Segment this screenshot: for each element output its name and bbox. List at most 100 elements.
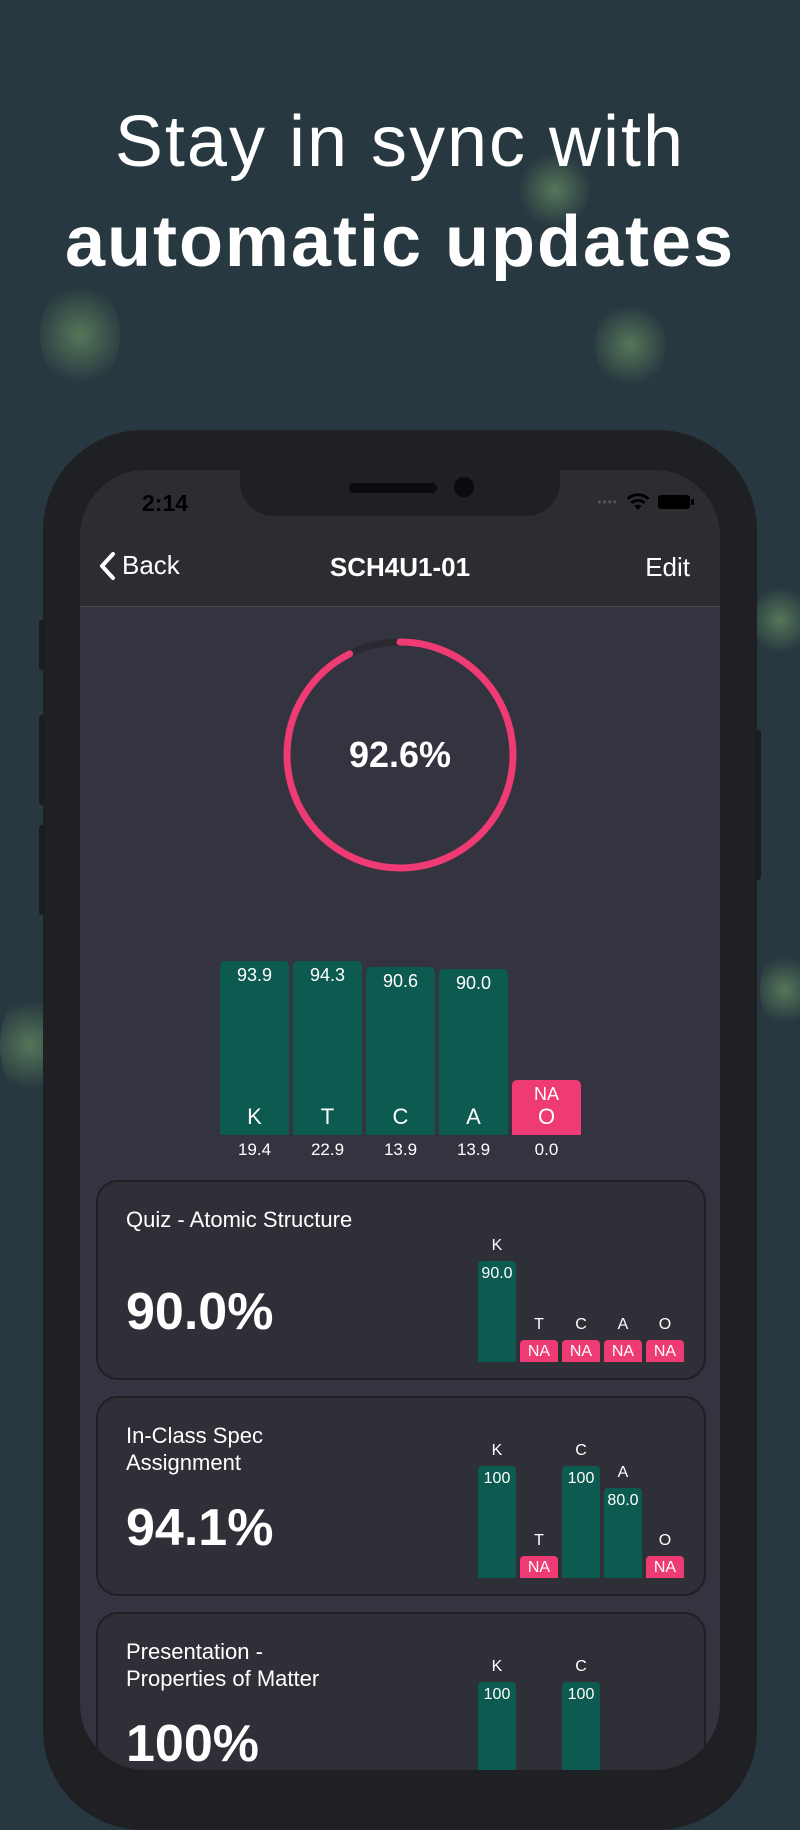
category-weight: 0.0 xyxy=(534,1140,559,1159)
mini-bar-column: 90.0 xyxy=(478,1261,516,1362)
assessment-title: Presentation - Properties of Matter xyxy=(126,1639,320,1691)
assessment-title: Quiz - Atomic Structure xyxy=(126,1207,353,1232)
mini-bar-column: NA xyxy=(562,1340,600,1362)
assessment-card[interactable]: Presentation - Properties of Matter 100%… xyxy=(96,1612,706,1770)
category-bar-letter: T xyxy=(320,1103,335,1129)
phone-volume-up-button xyxy=(39,715,45,805)
category-bar-t: 94.3 T xyxy=(293,960,362,1135)
category-weight: 13.9 xyxy=(456,1140,491,1159)
mini-bar-o: O NA xyxy=(646,1182,684,1378)
mini-bar-value: NA xyxy=(527,1343,551,1360)
mini-bar-letter: O xyxy=(658,1316,672,1333)
status-icons: •••• xyxy=(597,492,694,512)
assessment-score: 100% xyxy=(126,1715,259,1770)
mini-bar-letter: K xyxy=(491,1442,503,1459)
assessment-score: 90.0% xyxy=(126,1283,274,1341)
background-blob xyxy=(40,280,120,390)
category-bar-letter: O xyxy=(537,1104,556,1129)
mini-bar-column: 100 xyxy=(562,1682,600,1770)
category-bar-k: 93.9 K xyxy=(220,961,289,1135)
mini-bar-c: C 100 xyxy=(562,1398,600,1594)
mini-bar-column: NA xyxy=(520,1340,558,1362)
mini-bar-k: K 100 xyxy=(478,1614,516,1770)
category-weight: 19.4 xyxy=(237,1140,272,1159)
mini-bar-letter: O xyxy=(658,1532,672,1549)
mini-bar-value: 80.0 xyxy=(607,1492,639,1510)
mini-bar-letter: C xyxy=(575,1316,587,1333)
assessment-score: 94.1% xyxy=(126,1499,274,1557)
mini-bar-letter: K xyxy=(491,1237,503,1255)
category-bar-letter: C xyxy=(392,1103,409,1129)
category-bar-chart: 93.9 K 19.4 94.3 T 22.9 90.6 C 13.9 90.0 A 13.9 NA O 0… xyxy=(220,935,620,1165)
mini-bar-value: NA xyxy=(653,1343,677,1360)
mini-bar-value: NA xyxy=(653,1559,677,1576)
assessment-card[interactable]: In-Class Spec Assignment 94.1% K 100 T NA C 1… xyxy=(96,1396,706,1596)
mini-bar-letter: C xyxy=(575,1442,587,1459)
background-blob xyxy=(760,950,800,1030)
mini-bar-value: NA xyxy=(569,1343,593,1360)
background-blob xyxy=(755,580,800,660)
headline: Stay in sync with automatic updates xyxy=(0,92,800,292)
mini-bar-letter: T xyxy=(534,1316,544,1333)
assessment-card[interactable]: Quiz - Atomic Structure 90.0% K 90.0 T NA C N… xyxy=(96,1180,706,1380)
mini-bar-letter: K xyxy=(491,1658,503,1675)
mini-bar-value: 100 xyxy=(567,1686,595,1703)
mini-bar-column: NA xyxy=(604,1340,642,1362)
mini-bar-o: O NA xyxy=(646,1398,684,1594)
mini-bar-letter: A xyxy=(617,1316,629,1333)
edit-button[interactable]: Edit xyxy=(645,552,690,583)
mini-bar-a: A NA xyxy=(604,1182,642,1378)
mini-bar-column: NA xyxy=(646,1556,684,1578)
overall-progress-ring: 92.6% xyxy=(280,635,520,875)
assessment-title: In-Class Spec Assignment xyxy=(126,1423,263,1475)
category-bar-letter: A xyxy=(466,1104,481,1129)
mini-bar-value: NA xyxy=(611,1343,635,1360)
battery-icon xyxy=(658,495,694,509)
mini-bar-a: A 80.0 xyxy=(604,1398,642,1594)
mini-bar-t: T NA xyxy=(520,1182,558,1378)
category-weight: 13.9 xyxy=(383,1140,418,1159)
phone-volume-down-button xyxy=(39,825,45,915)
category-weight: 22.9 xyxy=(310,1140,345,1159)
headline-line-2: automatic updates xyxy=(64,202,736,282)
category-bar-a: 90.0 A xyxy=(439,968,508,1135)
mini-bar-value: 100 xyxy=(483,1686,511,1703)
mini-bar-letter: T xyxy=(534,1532,544,1549)
signal-icon: •••• xyxy=(597,495,618,509)
mini-bar-value: 100 xyxy=(483,1470,511,1487)
headline-line-1: Stay in sync with xyxy=(114,102,686,182)
category-bar-value: 93.9 xyxy=(236,965,273,986)
mini-bar-value: NA xyxy=(527,1559,551,1576)
mini-bar-value: 90.0 xyxy=(481,1265,513,1283)
category-bar-value: 90.0 xyxy=(455,972,492,993)
category-bar-value: NA xyxy=(533,1084,559,1104)
mini-bar-column: 100 xyxy=(478,1466,516,1578)
mini-bar-k: K 100 xyxy=(478,1398,516,1594)
mini-bar-letter: A xyxy=(617,1464,629,1482)
mini-bar-t: T NA xyxy=(520,1398,558,1594)
mini-bar-c: C 100 xyxy=(562,1614,600,1770)
phone-notch xyxy=(240,470,560,516)
category-bar-value: 90.6 xyxy=(382,971,419,992)
mini-bar-c: C NA xyxy=(562,1182,600,1378)
page-title: SCH4U1-01 xyxy=(329,552,471,582)
status-time: 2:14 xyxy=(142,490,189,516)
mini-bar-k: K 90.0 xyxy=(478,1182,516,1378)
category-bar-c: 90.6 C xyxy=(366,967,435,1135)
mini-bar-column: 80.0 xyxy=(604,1488,642,1578)
front-camera xyxy=(454,477,474,497)
speaker-grill xyxy=(349,483,437,493)
mini-bar-column: NA xyxy=(520,1556,558,1578)
mini-bar-column: 100 xyxy=(562,1466,600,1578)
category-bar-o: NA O xyxy=(512,1080,581,1135)
wifi-icon xyxy=(626,493,650,510)
mini-bar-column: NA xyxy=(646,1340,684,1362)
category-bar-letter: K xyxy=(247,1103,262,1129)
phone-screen: 2:14 •••• Back SCH4U1-01 Edit 92.6% 93.9… xyxy=(80,470,720,1770)
navigation-bar: Back SCH4U1-01 Edit xyxy=(80,530,720,607)
mini-bar-column: 100 xyxy=(478,1682,516,1770)
background-blob xyxy=(595,300,665,390)
phone-side-button xyxy=(39,620,45,670)
mini-bar-value: 100 xyxy=(567,1470,595,1487)
mini-bar-letter: C xyxy=(575,1658,587,1675)
